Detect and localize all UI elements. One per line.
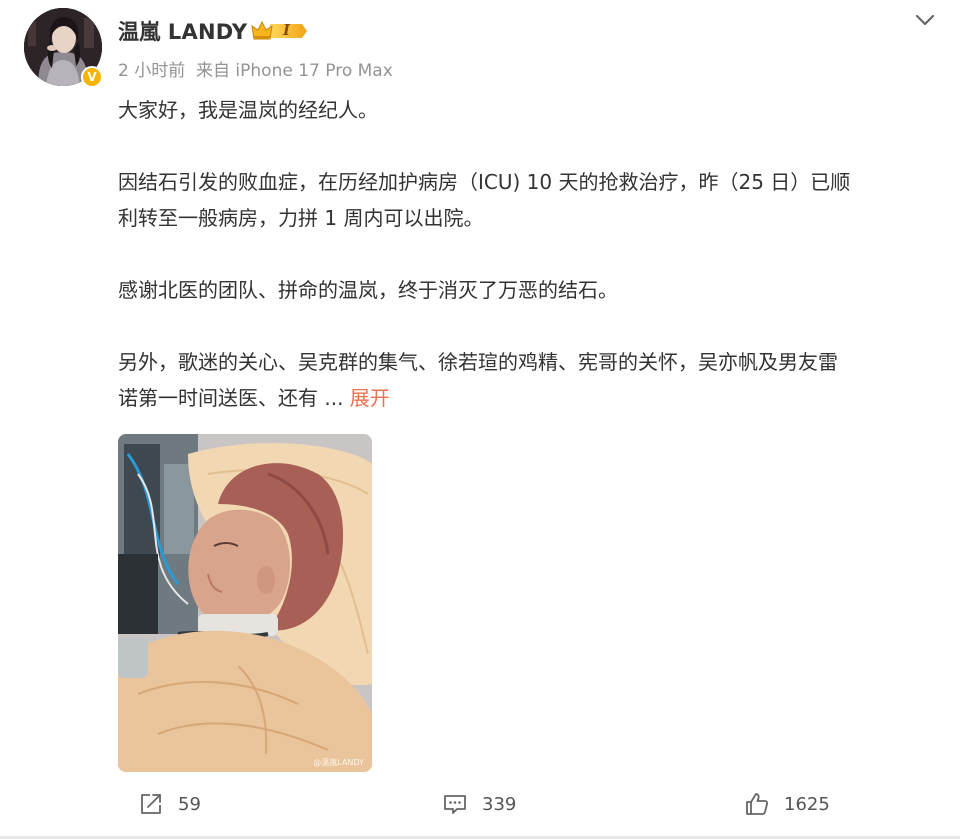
author-name[interactable]: 温嵐 LANDY: [118, 16, 247, 46]
text-line: 感谢北医的团队、拼命的温岚，终于消灭了万恶的结石。: [118, 278, 618, 302]
like-count: 1625: [784, 793, 830, 815]
post-photo[interactable]: @温嵐LANDY: [118, 434, 372, 772]
repost-icon: [141, 794, 161, 814]
comment-button[interactable]: 339: [442, 790, 516, 818]
weibo-post-card: V 温嵐 LANDY I 2 小时前 来自 iPhone 17 Pro Max …: [0, 0, 960, 839]
paragraph-condition: 因结石引发的败血症，在历经加护病房（ICU) 10 天的抢救治疗，昨（25 日）…: [118, 164, 948, 236]
author-avatar[interactable]: V: [24, 8, 103, 88]
repost-count: 59: [178, 793, 201, 815]
text-line: 因结石引发的败血症，在历经加护病房（ICU) 10 天的抢救治疗，昨（25 日）…: [118, 170, 851, 194]
text-line: 另外，歌迷的关心、吴克群的集气、徐若瑄的鸡精、宪哥的关怀，吴亦帆及男友雷: [118, 350, 838, 374]
verified-badge-icon: V: [81, 66, 103, 88]
vip-badge[interactable]: I: [250, 18, 308, 44]
text-line: 诺第一时间送医、还有 ...: [118, 386, 344, 410]
comment-count: 339: [482, 793, 517, 815]
text-line: 利转至一般病房，力拼 1 周内可以出院。: [118, 206, 484, 230]
crown-icon: [251, 20, 307, 40]
expand-link[interactable]: 展开: [350, 386, 390, 410]
text-line: 大家好，我是温岚的经纪人。: [118, 98, 378, 122]
more-options-button[interactable]: [912, 10, 938, 30]
comment-icon: [444, 795, 466, 814]
paragraph-thanks: 感谢北医的团队、拼命的温岚，终于消灭了万恶的结石。: [118, 272, 948, 308]
hospital-photo: [118, 434, 372, 772]
chevron-down-icon: [915, 14, 935, 26]
post-text: 大家好，我是温岚的经纪人。 因结石引发的败血症，在历经加护病房（ICU) 10 …: [118, 92, 948, 416]
post-meta: 2 小时前 来自 iPhone 17 Pro Max: [118, 61, 393, 81]
vip-level: I: [283, 21, 291, 39]
photo-watermark: @温嵐LANDY: [313, 758, 364, 767]
repost-button[interactable]: 59: [138, 790, 201, 818]
like-button[interactable]: 1625: [744, 790, 830, 818]
paragraph-also: 另外，歌迷的关心、吴克群的集气、徐若瑄的鸡精、宪哥的关怀，吴亦帆及男友雷 诺第一…: [118, 344, 948, 416]
thumbs-up-icon: [746, 793, 769, 815]
paragraph-greeting: 大家好，我是温岚的经纪人。: [118, 92, 948, 128]
